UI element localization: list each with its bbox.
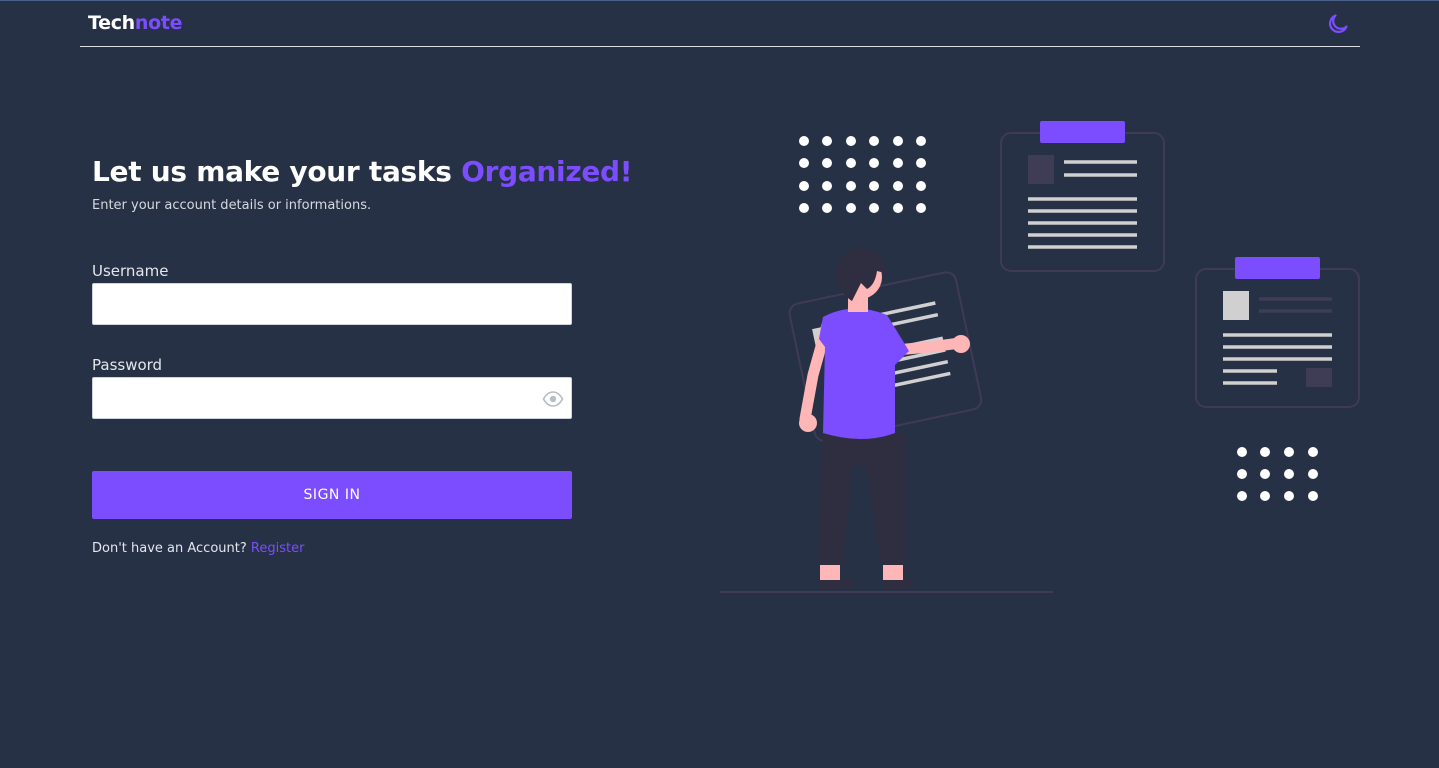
password-label: Password bbox=[92, 356, 163, 374]
document-card-right bbox=[1195, 257, 1360, 408]
brand-text-note: note bbox=[134, 12, 183, 34]
brand-text-tech: Tech bbox=[88, 12, 135, 34]
password-input[interactable] bbox=[93, 378, 571, 418]
username-input[interactable] bbox=[93, 284, 571, 324]
document-card-top bbox=[1000, 121, 1165, 272]
dots-pattern-top bbox=[799, 136, 926, 213]
page-subtitle: Enter your account details or informatio… bbox=[92, 198, 372, 213]
sign-in-button[interactable]: SIGN IN bbox=[92, 471, 572, 519]
brand-logo[interactable]: Technote bbox=[88, 12, 183, 34]
navbar: Technote bbox=[80, 1, 1360, 47]
username-label: Username bbox=[92, 262, 169, 280]
dots-pattern-bottom bbox=[1237, 447, 1318, 501]
page-title: Let us make your tasks Organized! bbox=[92, 155, 633, 188]
password-field-wrapper bbox=[92, 377, 572, 419]
moon-icon[interactable] bbox=[1326, 12, 1350, 36]
eye-icon[interactable] bbox=[542, 390, 564, 408]
login-intro: Let us make your tasks Organized! Enter … bbox=[92, 155, 633, 213]
illustration bbox=[720, 121, 1360, 593]
no-account-text: Don't have an Account? bbox=[92, 541, 247, 556]
username-field-wrapper bbox=[92, 283, 572, 325]
register-link[interactable]: Register bbox=[251, 541, 305, 556]
title-main: Let us make your tasks bbox=[92, 155, 462, 188]
register-prompt: Don't have an Account? Register bbox=[92, 541, 304, 556]
title-accent: Organized! bbox=[461, 155, 633, 188]
